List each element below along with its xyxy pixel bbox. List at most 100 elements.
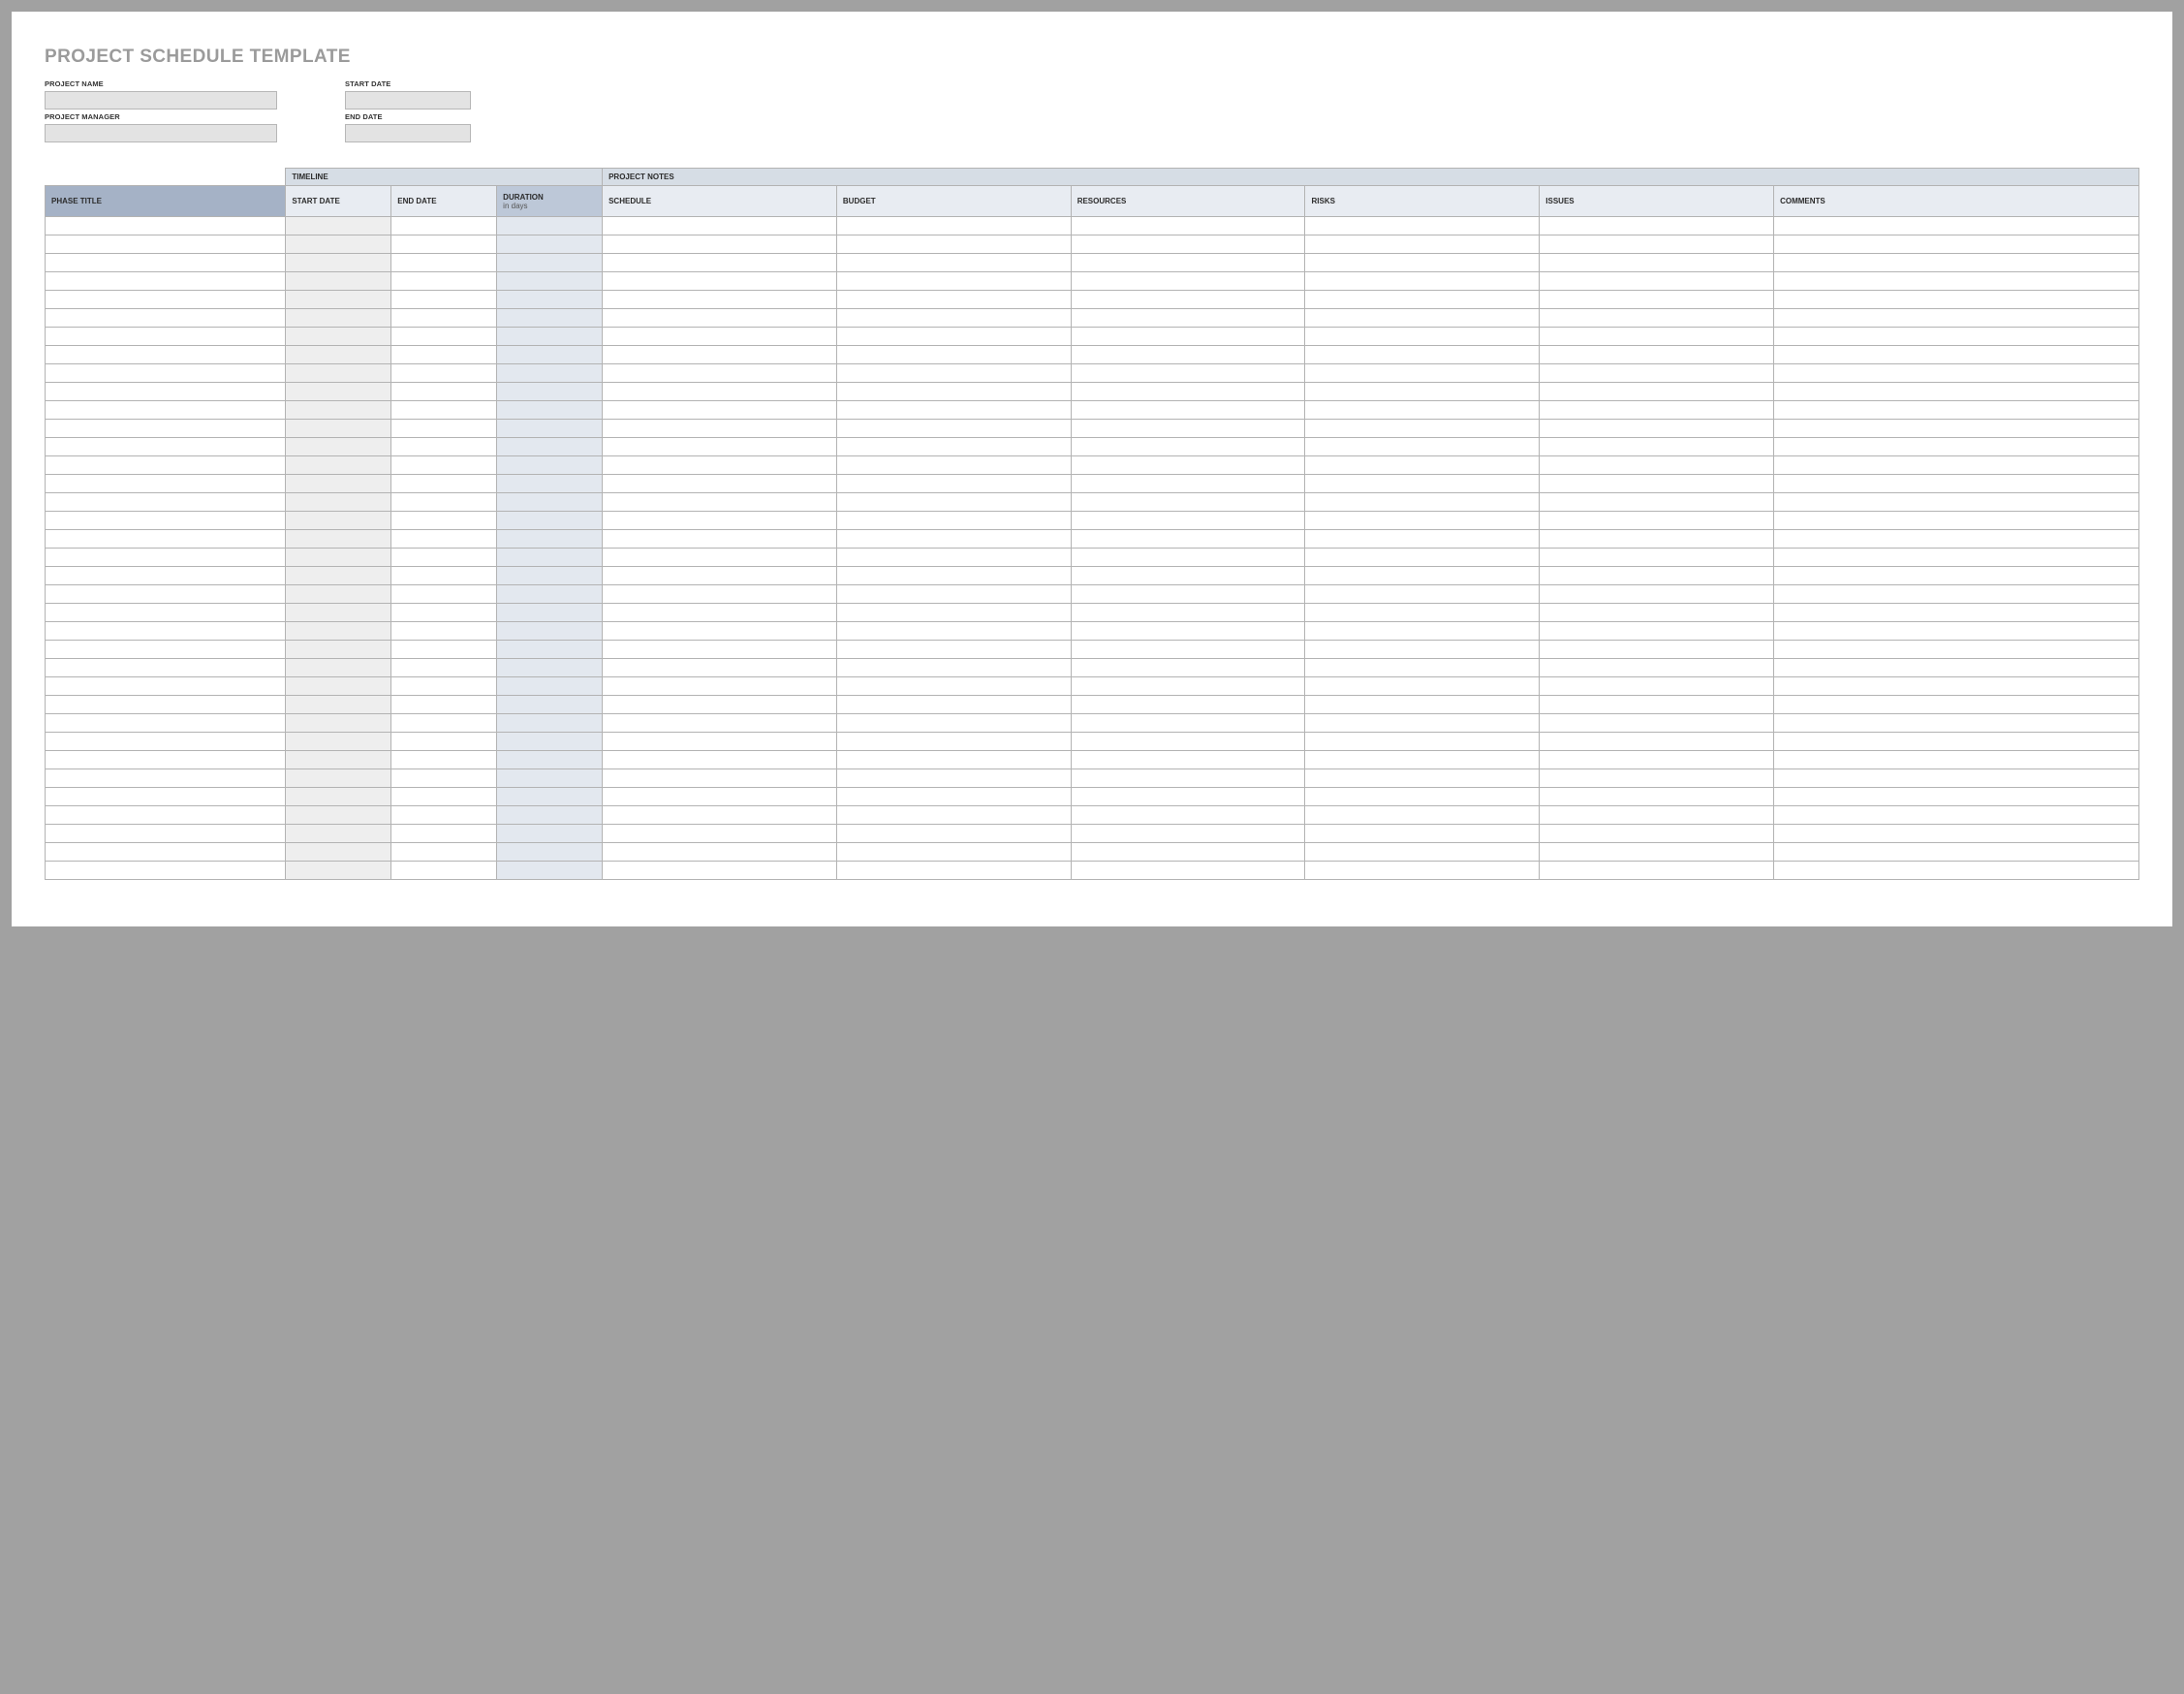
cell[interactable] <box>497 291 603 309</box>
cell[interactable] <box>1774 309 2139 328</box>
cell[interactable] <box>836 549 1071 567</box>
cell[interactable] <box>1305 254 1540 272</box>
cell[interactable] <box>603 254 837 272</box>
cell[interactable] <box>1071 604 1305 622</box>
cell[interactable] <box>836 254 1071 272</box>
cell[interactable] <box>46 567 286 585</box>
cell[interactable] <box>1071 346 1305 364</box>
cell[interactable] <box>1071 235 1305 254</box>
cell[interactable] <box>391 235 497 254</box>
cell[interactable] <box>391 401 497 420</box>
cell[interactable] <box>1774 769 2139 788</box>
cell[interactable] <box>1774 843 2139 862</box>
cell[interactable] <box>1305 420 1540 438</box>
cell[interactable] <box>46 622 286 641</box>
cell[interactable] <box>391 549 497 567</box>
cell[interactable] <box>603 843 837 862</box>
cell[interactable] <box>1305 328 1540 346</box>
cell[interactable] <box>836 346 1071 364</box>
cell[interactable] <box>286 530 391 549</box>
cell[interactable] <box>1071 585 1305 604</box>
cell[interactable] <box>1305 677 1540 696</box>
cell[interactable] <box>46 659 286 677</box>
cell[interactable] <box>836 677 1071 696</box>
cell[interactable] <box>1305 364 1540 383</box>
cell[interactable] <box>1071 751 1305 769</box>
cell[interactable] <box>46 751 286 769</box>
cell[interactable] <box>391 383 497 401</box>
cell[interactable] <box>46 272 286 291</box>
cell[interactable] <box>391 788 497 806</box>
cell[interactable] <box>1305 714 1540 733</box>
cell[interactable] <box>836 272 1071 291</box>
cell[interactable] <box>1305 438 1540 456</box>
cell[interactable] <box>603 751 837 769</box>
cell[interactable] <box>1071 493 1305 512</box>
cell[interactable] <box>46 493 286 512</box>
cell[interactable] <box>603 456 837 475</box>
cell[interactable] <box>286 622 391 641</box>
cell[interactable] <box>1774 217 2139 235</box>
cell[interactable] <box>286 641 391 659</box>
cell[interactable] <box>1305 475 1540 493</box>
cell[interactable] <box>391 530 497 549</box>
cell[interactable] <box>603 383 837 401</box>
cell[interactable] <box>46 530 286 549</box>
cell[interactable] <box>1540 843 1774 862</box>
cell[interactable] <box>286 549 391 567</box>
cell[interactable] <box>497 456 603 475</box>
cell[interactable] <box>603 641 837 659</box>
cell[interactable] <box>46 309 286 328</box>
cell[interactable] <box>497 328 603 346</box>
cell[interactable] <box>286 825 391 843</box>
cell[interactable] <box>46 438 286 456</box>
cell[interactable] <box>1540 272 1774 291</box>
cell[interactable] <box>46 291 286 309</box>
cell[interactable] <box>286 254 391 272</box>
cell[interactable] <box>1540 622 1774 641</box>
cell[interactable] <box>286 291 391 309</box>
cell[interactable] <box>1540 641 1774 659</box>
cell[interactable] <box>1540 456 1774 475</box>
cell[interactable] <box>391 272 497 291</box>
cell[interactable] <box>603 328 837 346</box>
cell[interactable] <box>1774 862 2139 880</box>
cell[interactable] <box>286 862 391 880</box>
cell[interactable] <box>391 475 497 493</box>
cell[interactable] <box>1540 291 1774 309</box>
cell[interactable] <box>1774 328 2139 346</box>
cell[interactable] <box>46 420 286 438</box>
cell[interactable] <box>1071 714 1305 733</box>
cell[interactable] <box>497 438 603 456</box>
cell[interactable] <box>46 604 286 622</box>
cell[interactable] <box>836 806 1071 825</box>
cell[interactable] <box>1540 788 1774 806</box>
cell[interactable] <box>46 217 286 235</box>
cell[interactable] <box>1774 567 2139 585</box>
cell[interactable] <box>1540 438 1774 456</box>
cell[interactable] <box>1540 751 1774 769</box>
cell[interactable] <box>391 714 497 733</box>
cell[interactable] <box>836 567 1071 585</box>
cell[interactable] <box>391 641 497 659</box>
cell[interactable] <box>1071 272 1305 291</box>
cell[interactable] <box>46 585 286 604</box>
cell[interactable] <box>1071 659 1305 677</box>
cell[interactable] <box>603 677 837 696</box>
cell[interactable] <box>1540 328 1774 346</box>
cell[interactable] <box>1305 862 1540 880</box>
cell[interactable] <box>286 272 391 291</box>
cell[interactable] <box>836 512 1071 530</box>
cell[interactable] <box>46 401 286 420</box>
cell[interactable] <box>1071 825 1305 843</box>
cell[interactable] <box>1071 401 1305 420</box>
cell[interactable] <box>1540 383 1774 401</box>
cell[interactable] <box>286 788 391 806</box>
cell[interactable] <box>1071 309 1305 328</box>
cell[interactable] <box>836 843 1071 862</box>
cell[interactable] <box>391 696 497 714</box>
cell[interactable] <box>603 217 837 235</box>
cell[interactable] <box>286 585 391 604</box>
cell[interactable] <box>46 677 286 696</box>
cell[interactable] <box>1540 806 1774 825</box>
